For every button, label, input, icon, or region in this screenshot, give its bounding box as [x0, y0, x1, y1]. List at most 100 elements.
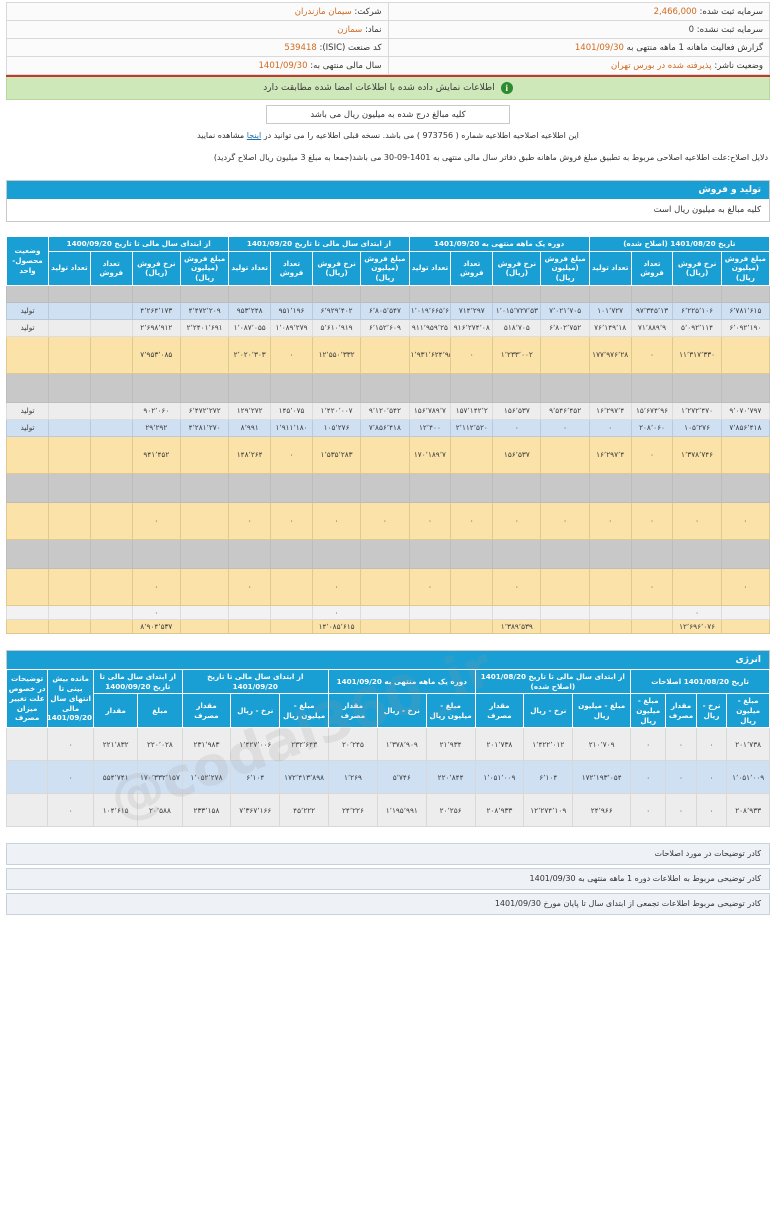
table-cell: ۲۲۰٬۸۴۴ [425, 760, 476, 795]
status-cell [6, 335, 49, 374]
previous-notice-link[interactable]: اینجا [247, 131, 261, 140]
table-cell: ۱۵۶٬۷۸۹٬۷ [408, 401, 452, 420]
table-cell: ۱٬۲۳۳٬۰۰۲ [492, 335, 542, 374]
table-cell: ۰ [131, 501, 181, 540]
table-cell [89, 284, 133, 303]
capital-unregistered-cell: سرمایه ثبت نشده: 0 [387, 20, 770, 39]
table-cell: ۲٬۱۱۲٬۵۲۰ [450, 418, 494, 437]
table-cell [48, 567, 91, 606]
table-cell [89, 538, 133, 569]
table-cell [450, 435, 494, 474]
sub-header-g3-amount: مبلغ فروش (میلیون ریال) [179, 250, 230, 286]
table-cell [492, 472, 542, 503]
status-cell [6, 472, 49, 503]
table-cell: ۰ [228, 567, 272, 606]
energy-sub-g2-amount: مبلغ - میلیون ریال [425, 693, 476, 729]
table-cell [408, 538, 452, 569]
table-cell [720, 472, 771, 503]
table-cell [179, 501, 230, 540]
table-cell: ۰ [408, 501, 452, 540]
fiscal-year-value: 1401/09/30 [258, 60, 308, 71]
table-cell: ۰ [408, 567, 452, 606]
table-cell: ۱۷۰٬۱۸۹٬۷ [408, 435, 452, 474]
table-cell: ۱۷۷٬۹۷۶٬۲۸ [588, 335, 632, 374]
table-cell: ۲۰۸٬۹۳۳ [726, 793, 770, 828]
table-cell [630, 604, 674, 620]
table-cell: ۹۷٬۳۴۵٬۱۳ [630, 301, 674, 320]
energy-sub-g1-rate: نرخ - ریال [523, 693, 574, 729]
fiscal-year-cell: سال مالی منتهی به: 1401/09/30 [6, 56, 389, 75]
table-cell: ۴٬۲۶۴٬۱۷۳ [131, 301, 181, 320]
table-cell [48, 284, 91, 303]
table-cell [540, 435, 590, 474]
table-cell: ۱۴۸٬۲۶۴ [228, 435, 272, 474]
table-cell [311, 538, 362, 569]
table-cell: ۱٬۴۲۷٬۰۰۶ [230, 727, 281, 762]
table-cell: ۱۴۵٬۰۷۵ [270, 401, 313, 420]
table-cell: ۱٬۰۸۹٬۲۷۹ [270, 318, 313, 337]
energy-remaining-header: مانده بیش بینی تا انتهای سال مالی 1401/0… [47, 668, 95, 729]
table-cell: ۷٬۸۵۶٬۴۱۸ [720, 418, 771, 437]
amendment-mid: ) می باشد. نسخه قبلی اطلاعیه را می توانی… [263, 131, 420, 140]
table-row: ۹٬۰۷۰٬۷۹۷ ۱٬۲۷۲٬۴۷۰ ۱۵٬۶۷۴٬۹۶ ۱۶٬۲۹۷٬۴ ۹٬۵۴۶… [6, 401, 771, 420]
table-cell: ۷۱۴٬۲۹۷ [450, 301, 494, 320]
table-cell: ۲۰۱٬۷۳۸ [474, 727, 525, 762]
table-cell [179, 435, 230, 474]
table-cell: ۲۰۸٬۹۳۳ [474, 793, 525, 828]
table-cell: ۱۴٬۰۸۵٬۶۱۵ [311, 618, 362, 634]
table-cell [89, 435, 133, 474]
report-page: سرمایه ثبت شده: 2,466,000 شرکت: سیمان ما… [0, 2, 776, 1218]
table-cell: ۱٬۰۱۵٬۷۲۷٬۵۳ [492, 301, 542, 320]
energy-notes-header: توضیحات در خصوص علت تغییر میزان مصرف [5, 668, 49, 729]
table-cell: ۲۹٬۲۹۲ [131, 418, 181, 437]
table-cell: ۰ [270, 501, 313, 540]
table-cell: ۶٬۱۰۴ [523, 760, 574, 795]
table-cell [720, 604, 771, 620]
table-cell [360, 472, 410, 503]
energy-table: تاریخ 1401/08/20 اصلاحات از ابتدای سال م… [5, 668, 770, 828]
table-cell: ۵۵۴٬۷۴۱ [93, 760, 139, 795]
table-cell [588, 284, 632, 303]
table-cell: ۰ [630, 501, 674, 540]
table-cell: ۶٬۷۸۱٬۶۱۵ [720, 301, 771, 320]
table-cell [492, 604, 542, 620]
table-cell: ۰ [492, 501, 542, 540]
status-cell: تولید [6, 318, 49, 337]
report-period-label: گزارش فعالیت ماهانه 1 ماهه منتهی به [626, 42, 763, 53]
note-row: کادر توضیحی مربوط اطلاعات تجمعی از ابتدا… [6, 893, 770, 916]
table-cell [179, 472, 230, 503]
table-row: ۱۲٬۶۹۶٬۰۷۶ ۱٬۳۸۹٬۵۳۹ ۱۴٬۰۸۵٬۶۱۵ ۸٬۹۰۴٬۵۳۷ [6, 618, 771, 634]
sub-header-g1-sales: تعداد فروش [450, 250, 494, 286]
table-cell: ۰ [450, 335, 494, 374]
table-cell [270, 284, 313, 303]
table-cell [48, 472, 91, 503]
table-cell: ۲٬۶۹۸٬۹۱۲ [131, 318, 181, 337]
table-cell [450, 284, 494, 303]
production-sales-table: تاریخ 1401/08/20 (اصلاح شده) دوره یک ماه… [6, 236, 771, 634]
table-cell [179, 604, 230, 620]
table-cell [672, 538, 722, 569]
table-cell: ۱۷۲٬۴۱۳٬۸۹۸ [279, 760, 330, 795]
table-cell: ۱۶٬۲۹۷٬۴ [588, 435, 632, 474]
table-row [6, 372, 771, 403]
table-cell: ۰ [630, 760, 667, 795]
energy-group-header-4: از ابتدای سال مالی تا تاریخ 1400/09/20 [93, 668, 183, 695]
energy-section: انرژی [6, 649, 770, 669]
table-cell: ۱٬۰۱۹٬۶۶۵٬۶ [408, 301, 452, 320]
info-row-isic: گزارش فعالیت ماهانه 1 ماهه منتهی به 1401… [6, 38, 770, 57]
table-cell: ۰ [47, 727, 95, 762]
company-cell: شرکت: سیمان مازندران [6, 2, 389, 21]
table-cell [588, 372, 632, 403]
table-cell [588, 618, 632, 634]
table-cell [360, 618, 410, 634]
table-cell: ۲۰٬۲۴۵ [328, 727, 378, 762]
table-cell: ۹۰۲٬۰۶۰ [131, 401, 181, 420]
table-cell: ۲۰۸٬۰۶۰ [630, 418, 674, 437]
table-cell [228, 604, 272, 620]
table-cell [48, 318, 91, 337]
table-cell [630, 618, 674, 634]
sub-header-g1-prod: تعداد تولید [408, 250, 452, 286]
table-cell [588, 567, 632, 606]
table-cell [672, 472, 722, 503]
sub-header-g0-prod: تعداد تولید [588, 250, 632, 286]
